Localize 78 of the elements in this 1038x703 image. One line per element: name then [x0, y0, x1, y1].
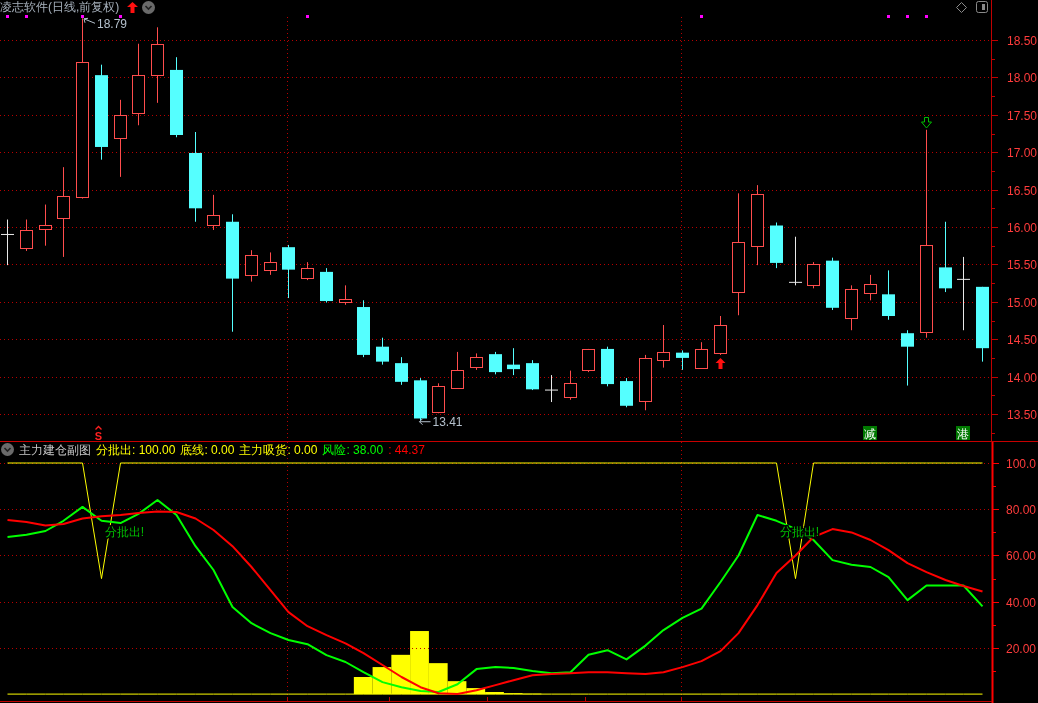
price-label: 17.50: [1007, 109, 1038, 123]
candlestick: [451, 351, 464, 389]
marker-badge: 港: [956, 426, 970, 441]
up-arrow-icon[interactable]: [127, 1, 139, 13]
arrow-icon: [419, 418, 431, 426]
price-label: 16.50: [1007, 184, 1038, 198]
arrow-icon: [83, 17, 96, 24]
price-label: 15.00: [1007, 296, 1038, 310]
candlestick: [639, 354, 652, 411]
candlestick: [582, 348, 595, 373]
candlestick: [564, 370, 577, 401]
price-label: 13.50: [1007, 408, 1038, 422]
indicator-title: 主力建仓副图: [19, 442, 91, 457]
candlestick: [526, 359, 539, 391]
candlestick: [339, 284, 352, 306]
candlestick: [470, 352, 483, 371]
candlestick: [864, 274, 877, 301]
candlestick: [207, 194, 220, 231]
candlestick: [320, 267, 333, 304]
legend-value: : 44.37: [388, 442, 425, 457]
candlestick: [376, 337, 389, 366]
candlestick: [357, 299, 370, 358]
candlestick: [432, 382, 445, 414]
candlestick: [20, 219, 33, 252]
candlestick: [788, 236, 803, 286]
candlestick: [695, 341, 708, 369]
down-arrow-icon: [921, 117, 932, 129]
candlestick: [770, 222, 783, 269]
legend-value: : 0.00: [204, 442, 235, 457]
price-label: 18.00: [1007, 71, 1038, 85]
candlestick: [676, 349, 689, 371]
price-label: 16.00: [1007, 221, 1038, 235]
marker-badge: 减: [863, 426, 877, 441]
price-label: 15.50: [1007, 258, 1038, 272]
candlestick: [507, 347, 520, 376]
candlestick: [489, 351, 502, 375]
candlestick: [39, 204, 52, 247]
candlestick: [301, 261, 314, 281]
series-name: 分批出: [96, 442, 132, 457]
legend-value: : 100.00: [132, 442, 176, 457]
chevron-down-icon[interactable]: [142, 0, 156, 14]
axis-label: 20.00: [1006, 642, 1037, 656]
candlestick: [414, 377, 427, 422]
candlestick: [939, 221, 952, 293]
candlestick: [544, 374, 559, 403]
chevron-down-icon[interactable]: [1, 443, 14, 456]
up-arrow-icon: [715, 358, 726, 369]
candlestick: [901, 329, 914, 387]
axis-label: 80.00: [1006, 503, 1037, 517]
price-label: 17.00: [1007, 146, 1038, 160]
legend-value: : 0.00: [287, 442, 318, 457]
high-price-label: 18.79: [97, 17, 128, 32]
axis-label: 60.00: [1006, 549, 1037, 563]
candlestick: [601, 346, 614, 387]
signal-label: S: [94, 430, 103, 441]
candlestick: [882, 269, 895, 321]
candlestick: [807, 261, 820, 289]
legend-value: : 38.00: [346, 442, 384, 457]
diamond-icon[interactable]: [956, 1, 967, 13]
candlestick: [620, 377, 633, 408]
low-price-label: 13.41: [432, 415, 463, 430]
axis-label: 40.00: [1006, 596, 1037, 610]
caret-icon: [94, 425, 103, 431]
candlestick: [845, 284, 858, 331]
price-label: 14.00: [1007, 371, 1038, 385]
axis-label: 100.0: [1006, 457, 1037, 471]
chart-title: 凌志软件(日线,前复权): [0, 0, 120, 14]
candlestick: [245, 249, 258, 283]
candlestick: [264, 251, 277, 276]
price-label: 14.50: [1007, 333, 1038, 347]
candlestick: [714, 315, 727, 356]
panel-icon[interactable]: [976, 1, 988, 13]
candlestick: [282, 244, 295, 299]
candlestick: [0, 219, 15, 266]
price-label: 18.50: [1007, 34, 1038, 48]
candlestick: [826, 257, 839, 311]
candlestick: [657, 324, 670, 369]
candlestick: [395, 356, 408, 386]
